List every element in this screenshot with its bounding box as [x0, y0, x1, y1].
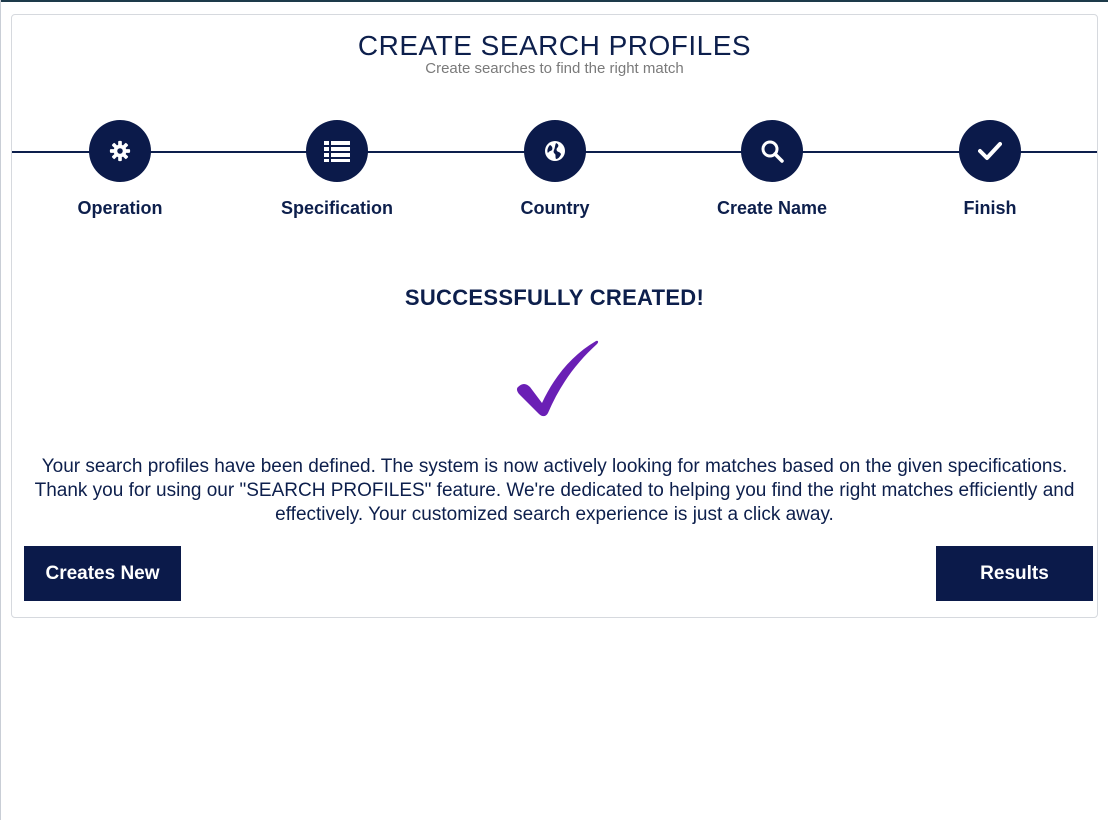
list-icon — [324, 141, 350, 162]
step-country[interactable]: Country — [465, 120, 645, 219]
checkmark-icon — [516, 340, 599, 417]
step-create-name-circle[interactable] — [741, 120, 803, 182]
window-top-border — [0, 0, 1108, 2]
success-message: Your search profiles have been defined. … — [34, 456, 1075, 525]
window-left-edge — [0, 0, 1, 820]
check-icon — [978, 142, 1002, 160]
step-create-name[interactable]: Create Name — [682, 120, 862, 219]
step-country-circle[interactable] — [524, 120, 586, 182]
success-title: SUCCESSFULLY CREATED! — [404, 285, 705, 310]
results-button[interactable]: Results — [936, 546, 1093, 601]
search-profiles-card: CREATE SEARCH PROFILES Create searches t… — [11, 14, 1098, 618]
step-operation-circle[interactable] — [89, 120, 151, 182]
step-label-create-name: Create Name — [716, 198, 828, 218]
step-operation[interactable]: Operation — [30, 120, 210, 219]
step-finish[interactable]: Finish — [900, 120, 1080, 219]
step-label-country: Country — [520, 198, 590, 218]
gear-icon — [109, 140, 131, 162]
step-specification-circle[interactable] — [306, 120, 368, 182]
page-title: CREATE SEARCH PROFILES — [357, 30, 752, 61]
step-specification[interactable]: Specification — [247, 120, 427, 219]
search-icon — [761, 140, 784, 163]
step-finish-circle[interactable] — [959, 120, 1021, 182]
page-subtitle: Create searches to find the right match — [425, 60, 684, 77]
step-label-operation: Operation — [77, 198, 163, 218]
step-label-finish: Finish — [963, 198, 1017, 218]
globe-icon — [545, 141, 565, 161]
step-label-specification: Specification — [280, 198, 394, 218]
create-new-button[interactable]: Creates New — [24, 546, 181, 601]
